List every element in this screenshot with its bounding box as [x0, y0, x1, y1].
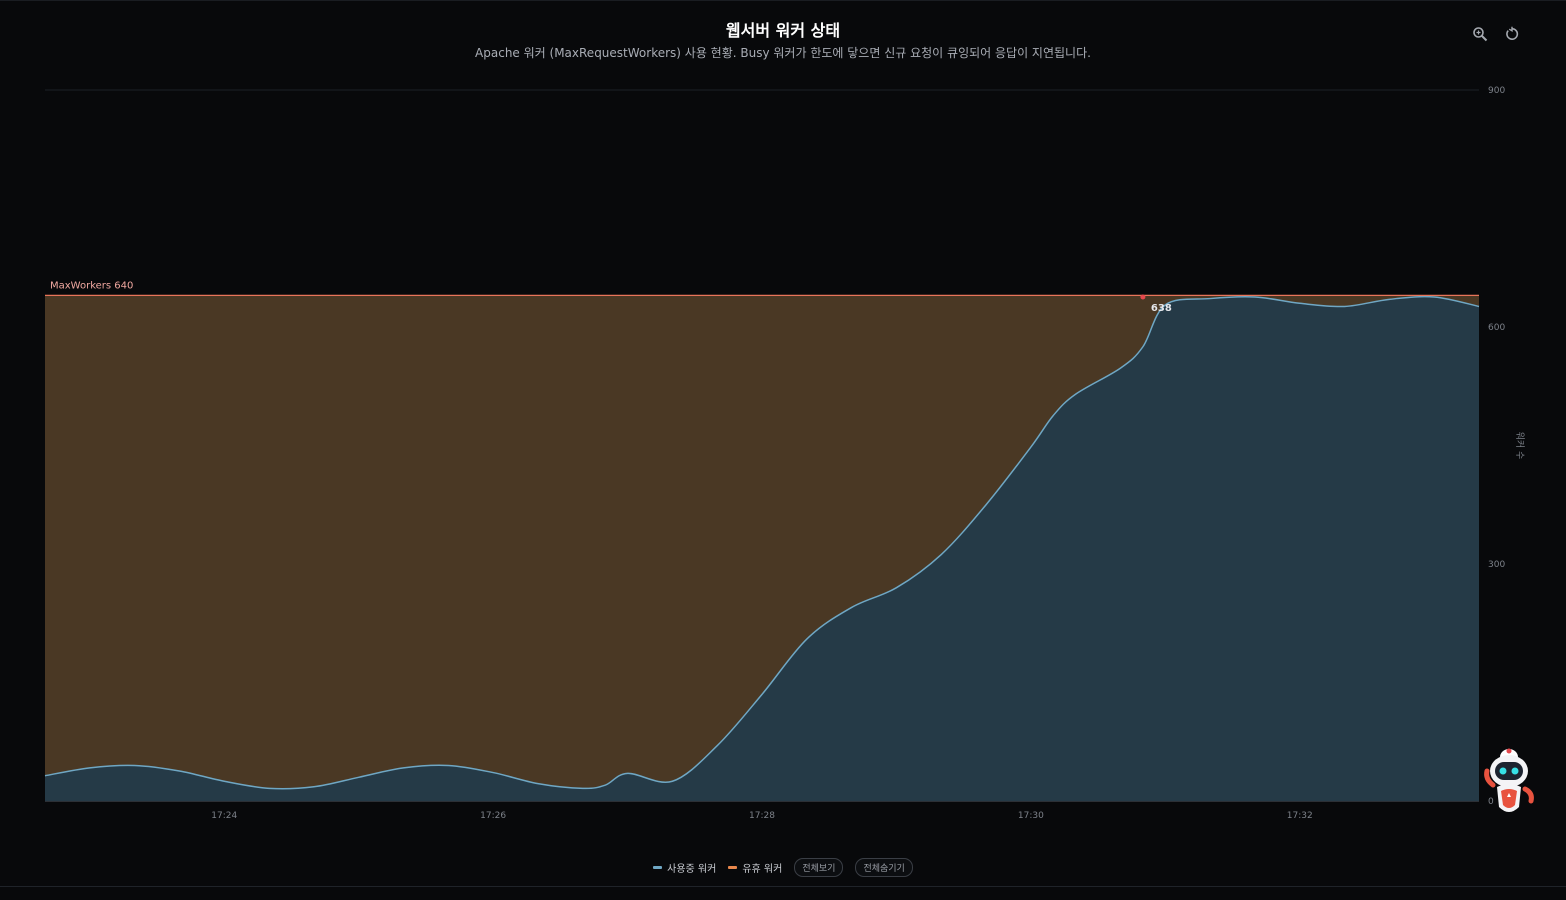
x-tick-label: 17:26 — [480, 811, 506, 821]
peak-value-label: 638 — [1151, 303, 1172, 314]
area-layer — [44, 295, 1480, 801]
x-tick-label: 17:28 — [749, 811, 775, 821]
legend-label-busy: 사용중 워커 — [667, 864, 717, 875]
robot-mascot-icon[interactable] — [1481, 745, 1537, 819]
legend-label-idle: 유휴 워커 — [742, 864, 783, 875]
legend: 사용중 워커 유휴 워커 전체보기 전체숨기기 — [0, 858, 1566, 877]
legend-swatch-busy — [653, 866, 663, 869]
x-tick-label: 17:24 — [211, 811, 237, 821]
peak-marker — [1140, 294, 1146, 300]
y-axis-title: 워커 수 — [1514, 432, 1525, 460]
x-tick-label: 17:32 — [1287, 811, 1313, 821]
hide-all-button[interactable]: 전체숨기기 — [855, 858, 913, 877]
y-tick-label: 600 — [1488, 323, 1505, 333]
legend-item-busy[interactable]: 사용중 워커 — [653, 860, 716, 875]
legend-swatch-idle — [728, 866, 738, 869]
legend-item-idle[interactable]: 유휴 워커 — [728, 860, 782, 875]
y-tick-label: 900 — [1488, 86, 1505, 96]
show-all-button[interactable]: 전체보기 — [794, 858, 844, 877]
chart-canvas: 030060090017:24 17:26 17:28 17:30 17:32워커 수 … — [44, 86, 1525, 821]
max-workers-label: MaxWorkers 640 — [50, 280, 133, 291]
x-tick-label: 17:30 — [1018, 811, 1044, 821]
y-tick-label: 300 — [1488, 560, 1505, 570]
